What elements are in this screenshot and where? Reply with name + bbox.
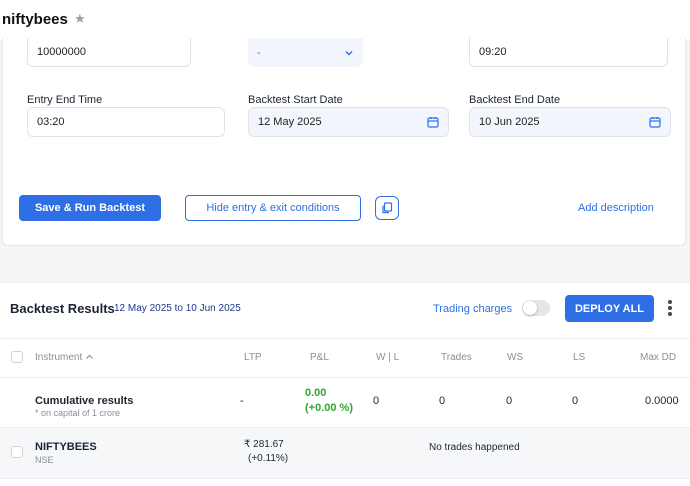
- cumulative-pnl: 0.00: [305, 387, 327, 399]
- cumulative-ltp: -: [240, 395, 244, 407]
- copy-icon: [382, 202, 393, 214]
- add-description-link[interactable]: Add description: [578, 202, 654, 214]
- condition-select[interactable]: -: [248, 38, 363, 67]
- instrument-name[interactable]: NIFTYBEES: [35, 441, 97, 453]
- more-options-icon[interactable]: [664, 298, 676, 318]
- table-row-instrument[interactable]: [0, 427, 690, 479]
- backtest-start-date-field[interactable]: 12 May 2025: [248, 107, 449, 137]
- no-trades-message: No trades happened: [429, 442, 520, 453]
- select-all-checkbox[interactable]: [11, 351, 23, 363]
- cumulative-pnl-percent: (+0.00 %): [305, 402, 353, 414]
- column-header-max-dd: Max DD: [640, 352, 677, 363]
- trading-charges-label: Trading charges: [433, 303, 513, 315]
- star-icon[interactable]: ★: [74, 11, 86, 27]
- entry-start-time-field[interactable]: 09:20: [469, 38, 668, 67]
- cumulative-ws: 0: [506, 395, 513, 407]
- row-checkbox[interactable]: [11, 446, 23, 458]
- column-header-ws: WS: [507, 352, 524, 363]
- entry-end-time-field[interactable]: 03:20: [27, 107, 225, 137]
- top-bar: niftybees ★: [0, 0, 690, 40]
- backtest-start-date-label: Backtest Start Date: [248, 94, 343, 106]
- page-title: niftybees: [2, 11, 68, 28]
- instrument-ltp-change: (+0.11%): [248, 453, 289, 464]
- cumulative-name: Cumulative results: [35, 395, 134, 407]
- column-header-win-loss: W | L: [376, 352, 400, 363]
- cumulative-ls: 0: [572, 395, 579, 407]
- column-header-ls: LS: [573, 352, 586, 363]
- capital-field[interactable]: 10000000: [27, 38, 191, 67]
- backtest-end-date-label: Backtest End Date: [469, 94, 561, 106]
- results-date-range: 12 May 2025 to 10 Jun 2025: [114, 303, 241, 314]
- calendar-icon[interactable]: [649, 116, 661, 128]
- column-header-trades: Trades: [441, 352, 472, 363]
- entry-end-time-value: 03:20: [37, 116, 65, 128]
- results-table-header: [0, 338, 690, 378]
- save-run-backtest-button[interactable]: Save & Run Backtest: [19, 195, 161, 221]
- column-header-pnl: P&L: [310, 352, 329, 363]
- capital-value: 10000000: [37, 46, 86, 58]
- chevron-down-icon: [345, 50, 353, 55]
- deploy-all-button[interactable]: DEPLOY ALL: [565, 295, 654, 322]
- chevron-up-icon: [86, 355, 93, 360]
- cumulative-win-loss: 0: [373, 395, 380, 407]
- cumulative-trades: 0: [439, 395, 446, 407]
- backtest-end-date-field[interactable]: 10 Jun 2025: [469, 107, 671, 137]
- copy-button[interactable]: [375, 196, 399, 220]
- column-header-ltp: LTP: [244, 352, 262, 363]
- cumulative-max-dd: 0.0000: [645, 395, 679, 407]
- trading-charges-toggle[interactable]: [522, 300, 550, 316]
- entry-end-time-label: Entry End Time: [27, 94, 103, 106]
- condition-select-value: -: [257, 46, 261, 59]
- backtest-end-date-value: 10 Jun 2025: [479, 116, 540, 128]
- results-title: Backtest Results: [10, 301, 115, 316]
- hide-conditions-button[interactable]: Hide entry & exit conditions: [185, 195, 361, 221]
- column-header-instrument[interactable]: Instrument: [35, 352, 94, 363]
- instrument-exchange: NSE: [35, 455, 54, 465]
- cumulative-note: * on capital of 1 crore: [35, 408, 121, 418]
- backtest-start-date-value: 12 May 2025: [258, 116, 322, 128]
- calendar-icon[interactable]: [427, 116, 439, 128]
- entry-start-time-value: 09:20: [479, 46, 507, 58]
- instrument-ltp: ₹ 281.67: [244, 439, 284, 450]
